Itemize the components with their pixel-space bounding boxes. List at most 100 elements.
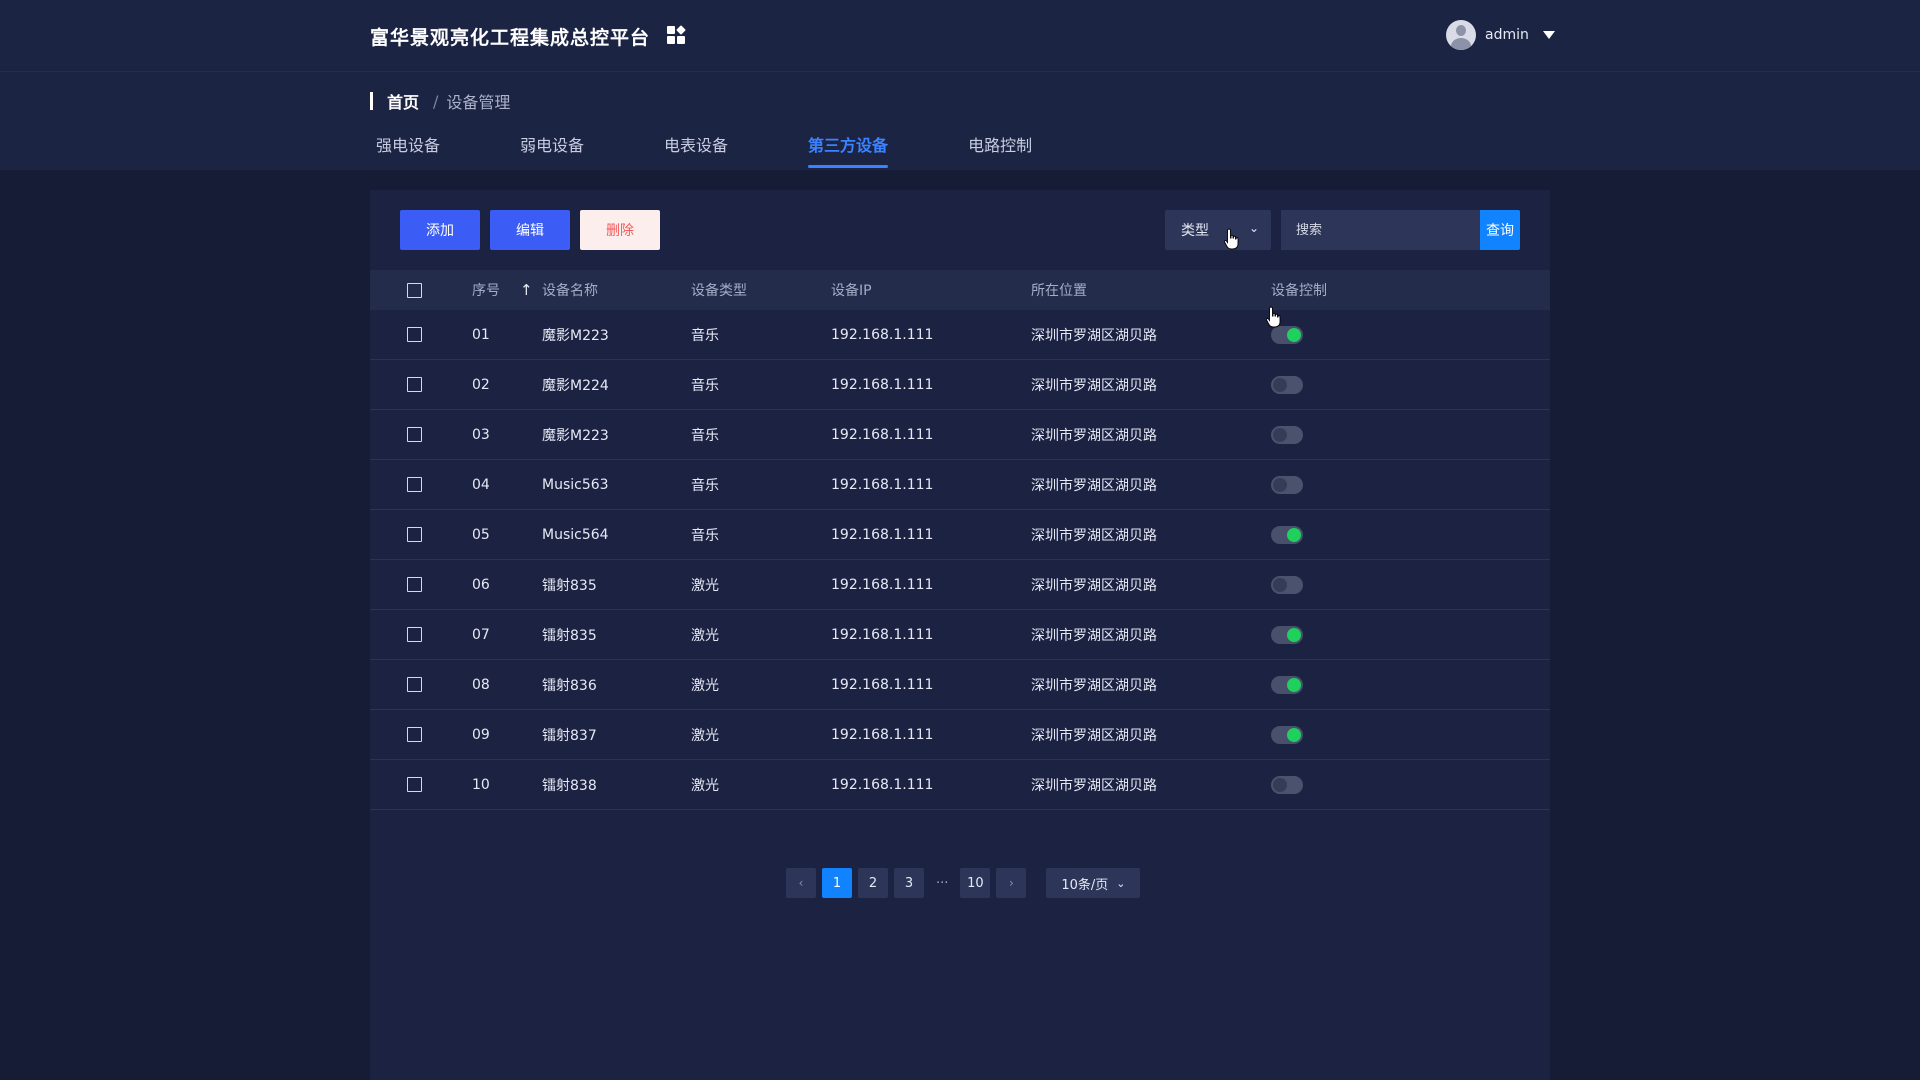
tab-third-party[interactable]: 第三方设备 (808, 134, 889, 170)
table-row: 02 魔影M224 音乐 192.168.1.111 深圳市罗湖区湖贝路 (370, 360, 1550, 410)
row-checkbox[interactable] (407, 527, 422, 542)
row-checkbox[interactable] (407, 327, 422, 342)
header-ip: 设备IP (831, 283, 872, 299)
page-2[interactable]: 2 (858, 868, 888, 898)
row-control-cell (1271, 725, 1421, 744)
device-toggle[interactable] (1271, 475, 1303, 494)
row-location: 深圳市罗湖区湖贝路 (1031, 677, 1157, 694)
row-index: 10 (472, 776, 490, 793)
row-checkbox-cell (370, 327, 452, 342)
row-index: 07 (472, 626, 490, 643)
type-select[interactable]: 类型 ⌄ (1165, 210, 1271, 250)
row-index: 05 (472, 526, 490, 543)
add-button[interactable]: 添加 (400, 210, 480, 250)
search-input[interactable] (1281, 210, 1480, 250)
device-toggle[interactable] (1271, 575, 1303, 594)
row-ip: 192.168.1.111 (831, 426, 934, 443)
tab-weak-current[interactable]: 弱电设备 (520, 134, 584, 170)
row-control-cell (1271, 675, 1421, 694)
device-toggle[interactable] (1271, 325, 1303, 344)
edit-button[interactable]: 编辑 (490, 210, 570, 250)
row-name: 魔影M224 (542, 377, 609, 394)
pagination: ‹ 1 2 3 ··· 10 › 10条/页 ⌄ (786, 867, 1141, 899)
row-control-cell (1271, 775, 1421, 794)
chevron-left-icon[interactable]: ‹ (786, 868, 816, 898)
device-toggle[interactable] (1271, 775, 1303, 794)
row-control-cell (1271, 625, 1421, 644)
device-toggle[interactable] (1271, 375, 1303, 394)
row-checkbox[interactable] (407, 377, 422, 392)
row-name: 魔影M223 (542, 427, 609, 444)
row-checkbox-cell (370, 427, 452, 442)
row-checkbox-cell (370, 377, 452, 392)
tab-strong-current[interactable]: 强电设备 (376, 134, 440, 170)
row-index: 02 (472, 376, 490, 393)
row-ip: 192.168.1.111 (831, 476, 934, 493)
header-location: 所在位置 (1031, 283, 1087, 299)
row-location: 深圳市罗湖区湖贝路 (1031, 477, 1157, 494)
grid-icon[interactable] (667, 25, 686, 44)
header-index-label: 序号 (472, 283, 500, 299)
row-location: 深圳市罗湖区湖贝路 (1031, 327, 1157, 344)
row-checkbox[interactable] (407, 477, 422, 492)
row-checkbox[interactable] (407, 727, 422, 742)
chevron-down-icon: ⌄ (1116, 876, 1126, 890)
device-toggle[interactable] (1271, 425, 1303, 444)
device-panel: 添加 编辑 删除 类型 ⌄ 查询 序号 ↑ 设备名称 设备类型 设备IP 所在位… (370, 190, 1550, 1080)
breadcrumb-home[interactable]: 首页 (387, 89, 419, 113)
row-index: 04 (472, 476, 490, 493)
device-toggle[interactable] (1271, 675, 1303, 694)
arrow-up-icon[interactable]: ↑ (520, 281, 533, 299)
grid-icon-cell (667, 36, 675, 44)
table-header: 序号 ↑ 设备名称 设备类型 设备IP 所在位置 设备控制 (370, 270, 1550, 310)
row-control-cell (1271, 425, 1421, 444)
row-name: 魔影M223 (542, 327, 609, 344)
row-checkbox[interactable] (407, 677, 422, 692)
row-location: 深圳市罗湖区湖贝路 (1031, 527, 1157, 544)
user-menu[interactable]: admin (1446, 20, 1555, 50)
tab-circuit-control[interactable]: 电路控制 (968, 134, 1032, 170)
row-ip: 192.168.1.111 (831, 326, 934, 343)
tab-meter[interactable]: 电表设备 (664, 134, 728, 170)
row-checkbox-cell (370, 627, 452, 642)
row-name: 镭射838 (542, 777, 597, 794)
table-row: 09 镭射837 激光 192.168.1.111 深圳市罗湖区湖贝路 (370, 710, 1550, 760)
table-row: 04 Music563 音乐 192.168.1.111 深圳市罗湖区湖贝路 (370, 460, 1550, 510)
table-row: 01 魔影M223 音乐 192.168.1.111 深圳市罗湖区湖贝路 (370, 310, 1550, 360)
header: 富华景观亮化工程集成总控平台 admin (0, 0, 1920, 72)
row-checkbox-cell (370, 577, 452, 592)
grid-icon-cell (676, 25, 686, 35)
row-type: 激光 (691, 577, 719, 594)
row-ip: 192.168.1.111 (831, 776, 934, 793)
select-all-checkbox[interactable] (407, 282, 422, 298)
row-name: Music563 (542, 476, 609, 493)
row-checkbox[interactable] (407, 427, 422, 442)
chevron-down-icon: ⌄ (1248, 221, 1259, 235)
search-button[interactable]: 查询 (1480, 210, 1520, 250)
table-row: 08 镭射836 激光 192.168.1.111 深圳市罗湖区湖贝路 (370, 660, 1550, 710)
avatar (1446, 20, 1476, 50)
page-1[interactable]: 1 (822, 868, 852, 898)
breadcrumb-current: 设备管理 (446, 93, 511, 112)
row-checkbox[interactable] (407, 777, 422, 792)
row-location: 深圳市罗湖区湖贝路 (1031, 577, 1157, 594)
chevron-right-icon[interactable]: › (996, 868, 1027, 898)
row-type: 激光 (691, 627, 719, 644)
page-size-select[interactable]: 10条/页 ⌄ (1046, 868, 1141, 898)
row-checkbox-cell (370, 677, 452, 692)
table-row: 07 镭射835 激光 192.168.1.111 深圳市罗湖区湖贝路 (370, 610, 1550, 660)
caret-down-icon[interactable] (1542, 31, 1555, 39)
header-type: 设备类型 (691, 283, 747, 299)
table-row: 03 魔影M223 音乐 192.168.1.111 深圳市罗湖区湖贝路 (370, 410, 1550, 460)
page-3[interactable]: 3 (894, 868, 924, 898)
header-index: 序号 ↑ (452, 280, 542, 300)
header-name: 设备名称 (542, 283, 598, 299)
row-checkbox[interactable] (407, 627, 422, 642)
page-last[interactable]: 10 (960, 868, 991, 898)
delete-button[interactable]: 删除 (580, 210, 660, 250)
device-toggle[interactable] (1271, 725, 1303, 744)
row-checkbox[interactable] (407, 577, 422, 592)
device-toggle[interactable] (1271, 625, 1303, 644)
device-toggle[interactable] (1271, 525, 1303, 544)
row-ip: 192.168.1.111 (831, 726, 934, 743)
